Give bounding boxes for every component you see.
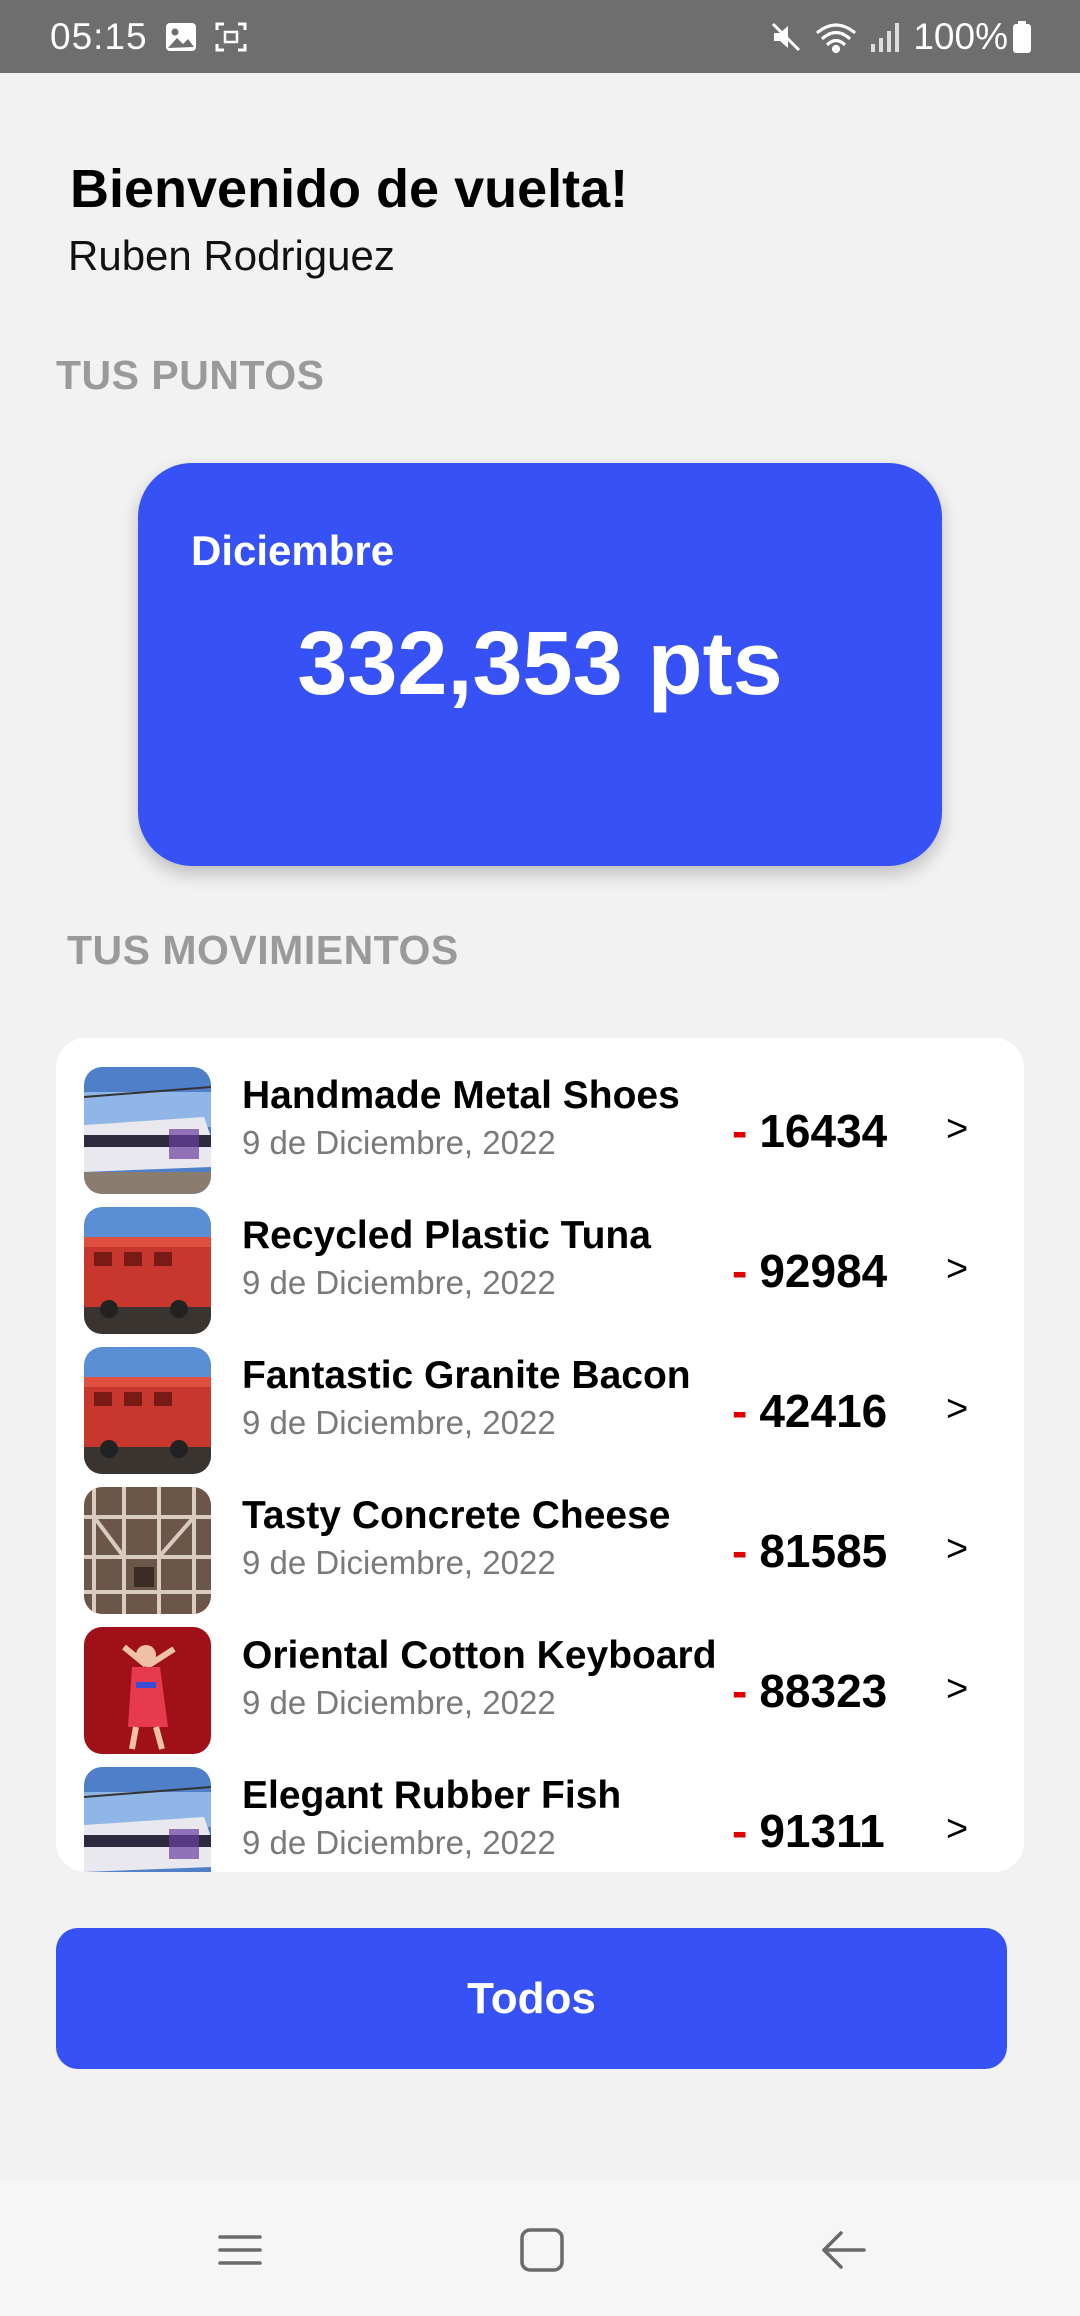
movements-section-label: TUS MOVIMIENTOS (67, 927, 459, 973)
movement-date: 9 de Diciembre, 2022 (242, 1404, 556, 1441)
amount-value: 91311 (759, 1805, 885, 1857)
user-name: Ruben Rodriguez (68, 232, 395, 279)
negative-sign: - (732, 1665, 748, 1717)
movement-title: Oriental Cotton Keyboard (242, 1634, 717, 1677)
battery-percentage: 100% (913, 15, 1008, 57)
movement-amount: -92984 (732, 1244, 887, 1298)
chevron-right-icon[interactable]: > (946, 1528, 968, 1571)
amount-value: 42416 (759, 1385, 888, 1437)
wifi-icon (815, 20, 857, 54)
movement-row[interactable]: Fantastic Granite Bacon 9 de Diciembre, … (56, 1318, 1024, 1474)
status-time: 05:15 (50, 15, 148, 57)
signal-icon (869, 20, 900, 54)
movement-title: Handmade Metal Shoes (242, 1074, 680, 1117)
amount-value: 88323 (759, 1665, 888, 1717)
movement-title: Recycled Plastic Tuna (242, 1214, 651, 1257)
screenshot-icon (214, 20, 248, 54)
thumbnail-red-locomotive (84, 1347, 211, 1474)
status-bar: 05:15 100% (0, 0, 1080, 73)
greeting-title: Bienvenido de vuelta! (70, 159, 629, 219)
movement-row[interactable]: Tasty Concrete Cheese 9 de Diciembre, 20… (56, 1458, 1024, 1614)
negative-sign: - (732, 1105, 748, 1157)
movement-amount: -81585 (732, 1524, 887, 1578)
points-month: Diciembre (191, 527, 395, 574)
movement-row[interactable]: Recycled Plastic Tuna 9 de Diciembre, 20… (56, 1178, 1024, 1334)
points-value: 332,353 pts (297, 614, 783, 714)
movement-date: 9 de Diciembre, 2022 (242, 1264, 556, 1301)
recents-icon[interactable] (210, 2220, 270, 2280)
amount-value: 92984 (759, 1245, 888, 1297)
movement-title: Fantastic Granite Bacon (242, 1354, 691, 1397)
negative-sign: - (732, 1805, 748, 1857)
todos-button[interactable]: Todos (56, 1928, 1007, 2069)
home-icon[interactable] (512, 2220, 572, 2280)
movement-date: 9 de Diciembre, 2022 (242, 1124, 556, 1161)
chevron-right-icon[interactable]: > (946, 1808, 968, 1851)
movement-date: 9 de Diciembre, 2022 (242, 1684, 556, 1721)
points-card: Diciembre 332,353 pts (138, 463, 942, 866)
movements-list[interactable]: Handmade Metal Shoes 9 de Diciembre, 202… (56, 1038, 1024, 1872)
movement-row[interactable]: Oriental Cotton Keyboard 9 de Diciembre,… (56, 1598, 1024, 1754)
chevron-right-icon[interactable]: > (946, 1668, 968, 1711)
chevron-right-icon[interactable]: > (946, 1108, 968, 1151)
amount-value: 16434 (759, 1105, 888, 1157)
movement-title: Tasty Concrete Cheese (242, 1494, 671, 1537)
mute-icon (769, 20, 803, 54)
battery-icon (1012, 20, 1032, 54)
movement-date: 9 de Diciembre, 2022 (242, 1544, 556, 1581)
negative-sign: - (732, 1385, 748, 1437)
thumbnail-dancer-red (84, 1627, 211, 1754)
image-icon (164, 20, 198, 54)
points-section-label: TUS PUNTOS (56, 352, 325, 398)
negative-sign: - (732, 1245, 748, 1297)
chevron-right-icon[interactable]: > (946, 1248, 968, 1291)
movement-amount: -16434 (732, 1104, 887, 1158)
movement-row[interactable]: Elegant Rubber Fish 9 de Diciembre, 2022… (56, 1738, 1024, 1872)
movement-date: 9 de Diciembre, 2022 (242, 1824, 556, 1861)
thumbnail-white-train (84, 1067, 211, 1194)
negative-sign: - (732, 1525, 748, 1577)
movement-amount: -91311 (732, 1804, 885, 1858)
thumbnail-industrial-structure (84, 1487, 211, 1614)
back-icon[interactable] (814, 2220, 874, 2280)
movement-amount: -42416 (732, 1384, 887, 1438)
thumbnail-white-train (84, 1767, 211, 1872)
movement-title: Elegant Rubber Fish (242, 1774, 622, 1817)
amount-value: 81585 (759, 1525, 888, 1577)
navigation-bar (0, 2180, 1080, 2316)
movement-amount: -88323 (732, 1664, 887, 1718)
chevron-right-icon[interactable]: > (946, 1388, 968, 1431)
thumbnail-red-locomotive (84, 1207, 211, 1334)
movement-row[interactable]: Handmade Metal Shoes 9 de Diciembre, 202… (56, 1038, 1024, 1194)
